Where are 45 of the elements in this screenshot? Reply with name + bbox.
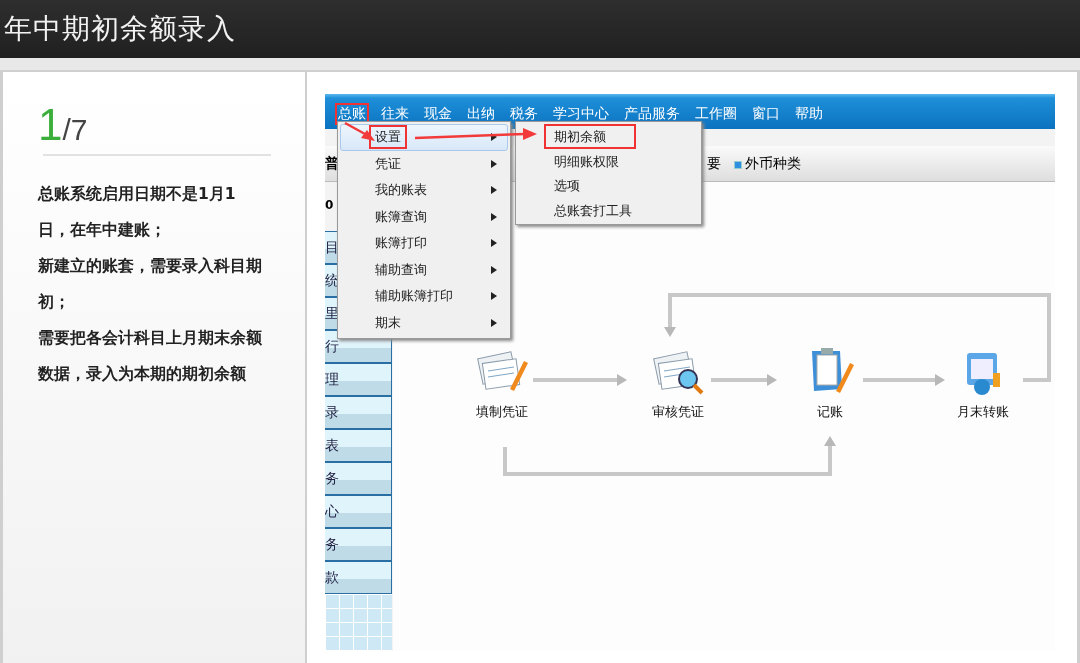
sidebar-item[interactable]: 务 [325, 528, 392, 561]
toolbar-text: 要 [707, 155, 721, 173]
sidebar-item[interactable]: 录 [325, 396, 392, 429]
flow-step-label: 月末转账 [957, 403, 1009, 421]
menu-bar-item[interactable]: 现金 [421, 102, 455, 125]
menu-item[interactable]: 辅助查询 [340, 256, 508, 283]
annotation-arrow [344, 121, 375, 141]
menu-item[interactable]: 我的账表 [340, 177, 508, 204]
menu-item[interactable]: 明细账权限 [544, 148, 629, 173]
flow-arrow [711, 374, 777, 386]
page-title: 年中期初余额录入 [4, 11, 236, 47]
step-current: 1 [38, 100, 63, 150]
sidebar-item[interactable]: 务 [325, 462, 392, 495]
grid-pattern [325, 594, 392, 651]
toolbar-item[interactable]: 外币种类 [745, 155, 801, 173]
menu-item[interactable]: 设置 [340, 124, 508, 151]
menu-bar-item[interactable]: 往来 [378, 102, 412, 125]
menu-item[interactable]: 选项 [544, 173, 590, 198]
flow-step-label: 填制凭证 [476, 403, 528, 421]
toolbar-text: 普 [325, 155, 339, 173]
menu-item[interactable]: 账簿打印 [340, 230, 508, 257]
menu-bar-item[interactable]: 学习中心 [550, 102, 612, 125]
menu-bar-item[interactable]: 窗口 [749, 102, 783, 125]
menu-item[interactable]: 账簿查询 [340, 203, 508, 230]
menu-bar-item[interactable]: 税务 [507, 102, 541, 125]
menu-item[interactable]: 期初余额 [544, 124, 636, 149]
flow-step-label: 记账 [817, 403, 843, 421]
menu-bar-item[interactable]: 出纳 [464, 102, 498, 125]
flow-step-label: 审核凭证 [652, 403, 704, 421]
step-total: /7 [62, 113, 88, 147]
sidebar-item[interactable]: 款 [325, 561, 392, 594]
menu-item[interactable]: 总账套打工具 [544, 197, 642, 222]
sidebar-item[interactable]: 理 [325, 363, 392, 396]
description-text: 总账系统启用日期不是1月1日，在年中建账； [38, 184, 237, 241]
side-label: 0 [325, 198, 334, 212]
menu-bar-item[interactable]: 帮助 [792, 102, 826, 125]
sidebar-item[interactable]: 心 [325, 495, 392, 528]
menu-bar-item[interactable]: 产品服务 [621, 102, 683, 125]
menu-item[interactable]: 辅助账簿打印 [340, 283, 508, 310]
description-text: 需要把各会计科目上月期末余额数据，录入为本期的期初余额 [38, 328, 263, 385]
menu-item[interactable]: 凭证 [340, 150, 508, 177]
square-icon [734, 161, 742, 169]
menu-bar-item[interactable]: 工作圈 [692, 102, 740, 125]
description-text: 新建立的账套，需要录入科目期初； [38, 256, 263, 313]
sidebar-item[interactable]: 表 [325, 429, 392, 462]
